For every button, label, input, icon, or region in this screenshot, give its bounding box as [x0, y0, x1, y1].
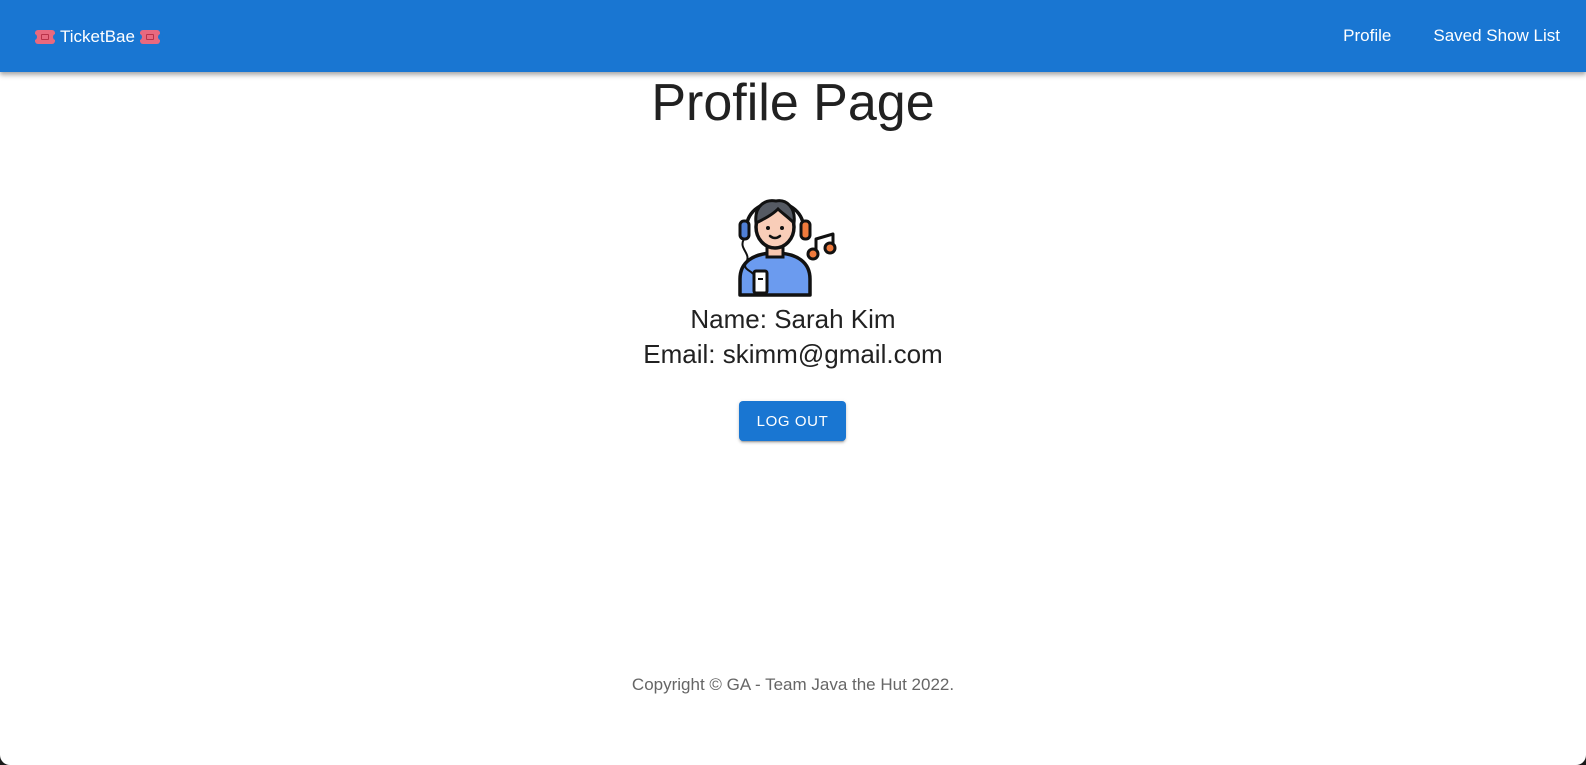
logout-button[interactable]: LOG OUT — [739, 401, 846, 441]
brand-label: TicketBae — [60, 27, 135, 46]
ticket-icon — [32, 30, 58, 44]
page-title: Profile Page — [651, 74, 935, 132]
app-bar: TicketBae Profile Saved Show List — [0, 0, 1586, 72]
top-nav: Profile Saved Show List — [1301, 0, 1560, 72]
profile-name: Name: Sarah Kim — [690, 304, 896, 334]
profile-email: Email: skimm@gmail.com — [643, 339, 943, 369]
footer-copyright: Copyright © GA - Team Java the Hut 2022. — [631, 675, 955, 694]
brand-link[interactable]: TicketBae — [32, 26, 163, 48]
ticket-icon — [136, 30, 163, 44]
nav-profile-link[interactable]: Profile — [1343, 26, 1391, 46]
app-window: TicketBae Profile Saved Show List Profil… — [0, 0, 1586, 765]
nav-saved-show-list-link[interactable]: Saved Show List — [1433, 26, 1560, 46]
listener-with-headphones-icon — [738, 199, 837, 297]
